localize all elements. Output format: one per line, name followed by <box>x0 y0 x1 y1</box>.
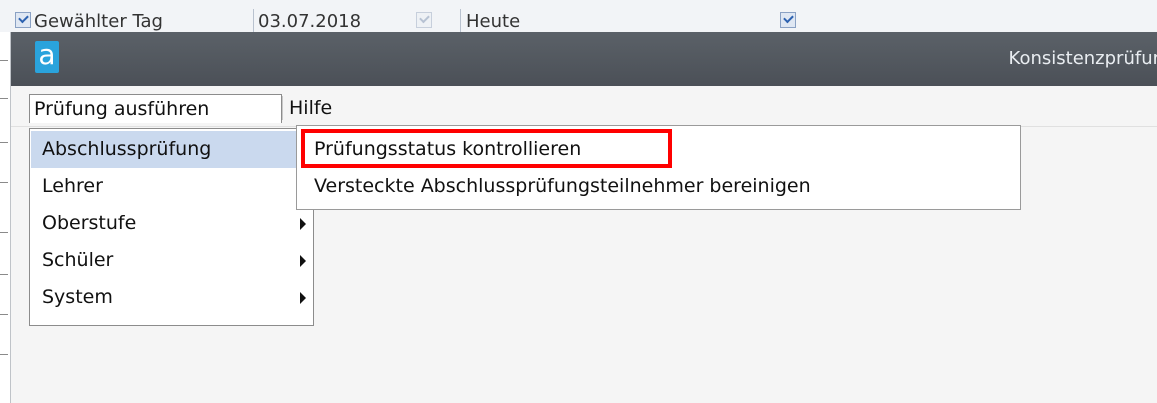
checkbox-icon[interactable] <box>416 12 432 28</box>
consistency-check-window: a Konsistenzprüfur Prüfung ausführen Hil… <box>10 32 1157 403</box>
today-field-divider <box>460 9 461 32</box>
menu-bar: Prüfung ausführen Hilfe <box>11 90 1157 127</box>
submenu-abschlusspruefung: Prüfungsstatus kontrollieren Versteckte … <box>296 125 1021 210</box>
submenu-arrow-icon <box>300 255 306 267</box>
background-edge <box>0 32 10 403</box>
annotation-highlight-box <box>301 129 672 168</box>
menu-item-oberstufe[interactable]: Oberstufe <box>31 205 312 242</box>
checkbox-icon[interactable] <box>780 12 796 28</box>
submenu-item-versteckte-teilnehmer-bereinigen[interactable]: Versteckte Abschlussprüfungsteilnehmer b… <box>297 168 811 204</box>
checkbox-icon[interactable] <box>15 12 31 28</box>
background-toolbar: Gewählter Tag 03.07.2018 Heute <box>0 0 1157 32</box>
menu-item-label: Lehrer <box>42 175 103 197</box>
menu-item-system[interactable]: System <box>31 279 312 316</box>
menu-hilfe[interactable]: Hilfe <box>285 94 336 122</box>
menu-item-label: Schüler <box>42 249 114 271</box>
window-title: Konsistenzprüfur <box>1008 48 1157 69</box>
date-field-divider <box>253 9 254 32</box>
menu-item-schueler[interactable]: Schüler <box>31 242 312 279</box>
today-label: Heute <box>466 11 521 32</box>
app-logo-icon: a <box>35 41 59 73</box>
menu-separator <box>282 96 283 120</box>
title-bar[interactable]: a Konsistenzprüfur <box>11 32 1157 86</box>
menu-item-label: System <box>42 286 113 308</box>
submenu-arrow-icon <box>300 292 306 304</box>
menu-item-label: Oberstufe <box>42 212 137 234</box>
submenu-arrow-icon <box>300 218 306 230</box>
menu-item-lehrer[interactable]: Lehrer <box>31 168 312 205</box>
menu-pruefung-ausfuehren[interactable]: Prüfung ausführen <box>29 94 282 123</box>
date-value[interactable]: 03.07.2018 <box>258 12 361 32</box>
menu-item-label: Abschlussprüfung <box>42 138 212 160</box>
dropdown-menu: Abschlussprüfung Lehrer Oberstufe Schüle… <box>29 128 314 326</box>
day-label: Gewählter Tag <box>34 11 163 32</box>
menu-item-abschlusspruefung[interactable]: Abschlussprüfung <box>31 131 312 168</box>
